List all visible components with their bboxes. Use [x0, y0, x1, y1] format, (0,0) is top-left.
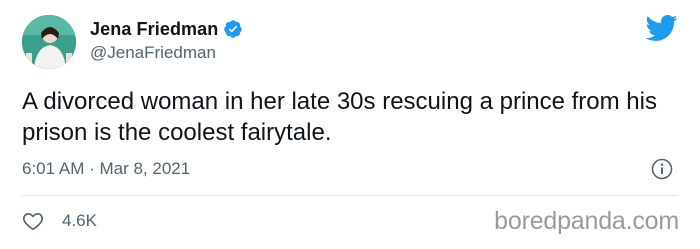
verified-badge-icon	[223, 19, 243, 39]
author-info: Jena Friedman @JenaFriedman	[90, 18, 243, 63]
info-icon[interactable]	[651, 158, 673, 180]
watermark: boredpanda.com	[494, 207, 679, 235]
profile-photo	[22, 15, 76, 69]
display-name-row: Jena Friedman	[90, 18, 243, 40]
like-count: 4.6K	[62, 211, 97, 230]
timestamp[interactable]: 6:01 AM · Mar 8, 2021	[22, 159, 190, 179]
tweet-card: Jena Friedman @JenaFriedman A divorced w…	[0, 0, 700, 249]
tweet-text: A divorced woman in her late 30s rescuin…	[22, 88, 657, 146]
avatar[interactable]	[22, 15, 76, 69]
display-name[interactable]: Jena Friedman	[90, 19, 218, 40]
divider	[22, 195, 678, 196]
twitter-bird-icon[interactable]	[644, 14, 678, 42]
heart-icon[interactable]	[22, 210, 44, 232]
handle[interactable]: @JenaFriedman	[90, 43, 243, 63]
like-action[interactable]: 4.6K	[22, 210, 97, 232]
